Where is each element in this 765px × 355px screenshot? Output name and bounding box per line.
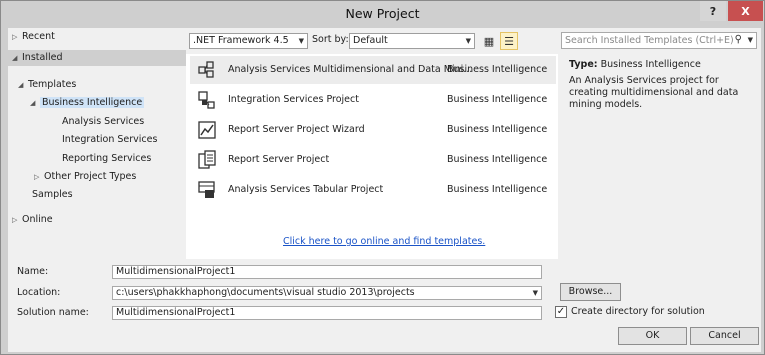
framework-select-value: .NET Framework 4.5 [193, 35, 289, 46]
type-label: Type: [569, 59, 598, 70]
project-details-form: Name: MultidimensionalProject1 Location:… [8, 259, 761, 352]
template-name: Report Server Project [228, 154, 330, 165]
collapse-arrow-icon[interactable]: ◢ [18, 77, 28, 93]
search-icon[interactable]: ⚲ [735, 34, 742, 45]
list-view-icon: ☰ [504, 34, 514, 48]
framework-select[interactable]: .NET Framework 4.5 ▼ [189, 33, 308, 49]
tree-item-samples[interactable]: Samples [32, 187, 73, 203]
window-title: New Project [345, 6, 420, 21]
location-value: c:\users\phakkhaphong\documents\visual s… [116, 287, 415, 298]
tree-item-label: Analysis Services [62, 116, 145, 127]
template-category: Business Intelligence [447, 124, 548, 135]
search-placeholder: Search Installed Templates (Ctrl+E) [565, 35, 734, 46]
template-name: Report Server Project Wizard [228, 124, 365, 135]
collapse-arrow-icon[interactable]: ◢ [12, 50, 22, 66]
name-label: Name: [17, 266, 49, 277]
template-category: Business Intelligence [447, 184, 548, 195]
template-description: An Analysis Services project for creatin… [569, 75, 739, 110]
tree-item-reporting-services[interactable]: Reporting Services [62, 151, 151, 167]
tree-item-label: Samples [32, 189, 73, 200]
list-view-button[interactable]: ☰ [500, 32, 518, 50]
help-button[interactable]: ? [700, 1, 726, 21]
expand-arrow-icon[interactable]: ▷ [12, 29, 22, 45]
tree-item-label: Installed [22, 52, 63, 63]
location-label: Location: [17, 287, 61, 298]
tree-item-label: Reporting Services [62, 153, 152, 164]
collapse-arrow-icon[interactable]: ◢ [30, 95, 40, 111]
search-templates-input[interactable]: Search Installed Templates (Ctrl+E) ⚲ ▼ [561, 32, 757, 49]
template-category: Business Intelligence [447, 64, 548, 75]
tree-item-online[interactable]: ▷ Online [12, 212, 53, 228]
location-combo[interactable]: c:\users\phakkhaphong\documents\visual s… [112, 286, 542, 300]
cancel-button[interactable]: Cancel [690, 327, 759, 345]
type-value: Business Intelligence [600, 59, 701, 70]
cube-icon [198, 61, 214, 78]
grid-view-icon: ▦ [483, 34, 495, 48]
tree-item-label: Online [22, 214, 53, 225]
template-category: Business Intelligence [447, 154, 548, 165]
template-description-pane: Search Installed Templates (Ctrl+E) ⚲ ▼ … [558, 28, 761, 259]
find-templates-online-link[interactable]: Click here to go online and find templat… [283, 236, 485, 247]
tree-item-templates[interactable]: ◢ Templates [18, 77, 178, 93]
template-row[interactable]: Report Server Project Wizard Business In… [190, 116, 556, 144]
title-bar: New Project ? X [1, 1, 764, 26]
tree-item-label: Integration Services [62, 134, 158, 145]
category-tree: ▷ Recent ◢ Installed ◢ Templates ◢ Business … [8, 28, 186, 259]
create-directory-label: Create directory for solution [571, 306, 705, 317]
template-type: Type: Business Intelligence [569, 59, 701, 70]
new-project-dialog: New Project ? X ▷ Recent ◢ Installed ◢ Temp… [0, 0, 765, 355]
chevron-down-icon: ▼ [298, 37, 304, 45]
small-icons-view-button[interactable]: ▦ [480, 32, 498, 50]
template-row[interactable]: Report Server Project Business Intellige… [190, 146, 556, 174]
solution-name-value: MultidimensionalProject1 [116, 307, 236, 318]
sort-select[interactable]: Default ▼ [349, 33, 475, 49]
solution-name-field[interactable]: MultidimensionalProject1 [112, 306, 542, 320]
chevron-down-icon: ▼ [532, 289, 538, 297]
tree-item-label: Business Intelligence [40, 97, 145, 108]
tree-item-business-intelligence[interactable]: ◢ Business Intelligence [30, 95, 145, 111]
expand-arrow-icon[interactable]: ▷ [12, 212, 22, 228]
template-list-pane: .NET Framework 4.5 ▼ Sort by: Default ▼ … [186, 28, 558, 259]
tree-item-installed[interactable]: ◢ Installed [8, 50, 186, 66]
tree-item-label: Templates [28, 79, 77, 90]
template-row[interactable]: Analysis Services Multidimensional and D… [190, 56, 556, 84]
close-button[interactable]: X [728, 1, 763, 21]
sort-select-value: Default [353, 35, 388, 46]
chevron-down-icon: ▼ [465, 37, 471, 45]
project-name-field[interactable]: MultidimensionalProject1 [112, 265, 542, 279]
report-icon [198, 150, 216, 169]
project-name-value: MultidimensionalProject1 [116, 266, 236, 277]
template-name: Analysis Services Multidimensional and D… [228, 64, 473, 75]
package-icon [198, 91, 215, 109]
tree-item-label: Recent [22, 31, 55, 42]
checkmark-icon: ✓ [556, 306, 566, 317]
expand-arrow-icon[interactable]: ▷ [34, 169, 44, 185]
tree-item-other-project-types[interactable]: ▷ Other Project Types [34, 169, 136, 185]
tree-item-integration-services[interactable]: Integration Services [62, 132, 157, 148]
template-row[interactable]: Analysis Services Tabular Project Busine… [190, 176, 556, 204]
tree-item-recent[interactable]: ▷ Recent [12, 29, 182, 45]
tree-item-analysis-services[interactable]: Analysis Services [62, 114, 144, 130]
ok-button[interactable]: OK [618, 327, 687, 345]
template-name: Integration Services Project [228, 94, 359, 105]
create-directory-checkbox[interactable]: ✓ [555, 306, 567, 318]
template-toolbar: .NET Framework 4.5 ▼ Sort by: Default ▼ … [186, 28, 558, 54]
template-row[interactable]: Integration Services Project Business In… [190, 86, 556, 114]
report-wizard-icon [198, 121, 216, 139]
sort-by-label: Sort by: [312, 34, 349, 45]
chevron-down-icon[interactable]: ▼ [748, 36, 753, 44]
browse-button[interactable]: Browse... [560, 283, 621, 301]
solution-name-label: Solution name: [17, 307, 89, 318]
tabular-icon [198, 181, 215, 198]
template-category: Business Intelligence [447, 94, 548, 105]
tree-item-label: Other Project Types [44, 171, 137, 182]
template-name: Analysis Services Tabular Project [228, 184, 384, 195]
